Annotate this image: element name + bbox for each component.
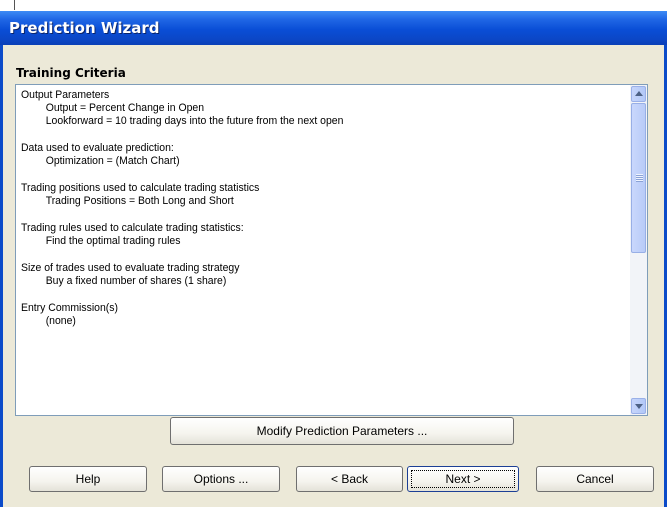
arrow-up-icon[interactable] [631,86,646,102]
focus-rectangle [411,470,515,488]
modify-prediction-parameters-button[interactable]: Modify Prediction Parameters ... [170,417,514,445]
back-button[interactable]: < Back [296,466,403,492]
back-button-label: < Back [330,472,369,486]
window-title: Prediction Wizard [9,19,160,37]
grip-icon [636,174,643,182]
criteria-heading: Data used to evaluate prediction: [21,142,174,154]
criteria-line: Output = Percent Change in Open [45,102,205,114]
criteria-section-rules: Trading rules used to calculate trading … [21,222,591,248]
scrollbar-thumb[interactable] [631,103,646,253]
options-button[interactable]: Options ... [162,466,280,492]
title-bar[interactable]: Prediction Wizard [0,11,667,45]
criteria-line: Lookforward = 10 trading days into the f… [45,115,344,127]
criteria-section-size: Size of trades used to evaluate trading … [21,262,591,288]
criteria-heading: Entry Commission(s) [21,302,118,314]
section-heading: Training Criteria [16,66,126,80]
criteria-section-commission: Entry Commission(s) (none) [21,302,591,328]
criteria-line: Optimization = (Match Chart) [45,155,180,167]
criteria-line: Buy a fixed number of shares (1 share) [45,275,227,287]
criteria-section-positions: Trading positions used to calculate trad… [21,182,591,208]
criteria-section-data: Data used to evaluate prediction: Optimi… [21,142,591,168]
window-left-border [0,45,3,507]
criteria-heading: Output Parameters [21,89,110,101]
criteria-line: (none) [45,315,76,327]
cancel-button[interactable]: Cancel [536,466,654,492]
criteria-line: Trading Positions = Both Long and Short [45,195,234,207]
prediction-wizard-window: Prediction Wizard Training Criteria Outp… [0,11,667,507]
next-button[interactable]: Next > [407,466,519,492]
help-button-label: Help [75,472,101,486]
modify-button-label: Modify Prediction Parameters ... [256,424,428,438]
options-button-label: Options ... [193,472,249,486]
criteria-heading: Trading positions used to calculate trad… [21,182,260,194]
cancel-button-label: Cancel [576,472,614,486]
criteria-content: Output Parameters Output = Percent Chang… [21,89,591,342]
criteria-section-output: Output Parameters Output = Percent Chang… [21,89,591,128]
criteria-heading: Size of trades used to evaluate trading … [21,262,240,274]
arrow-down-icon[interactable] [631,398,646,414]
criteria-line: Find the optimal trading rules [45,235,181,247]
frame-edge-line [14,0,15,10]
criteria-heading: Trading rules used to calculate trading … [21,222,244,234]
help-button[interactable]: Help [29,466,147,492]
criteria-textbox[interactable]: Output Parameters Output = Percent Chang… [15,84,648,416]
vertical-scrollbar[interactable] [630,85,647,415]
